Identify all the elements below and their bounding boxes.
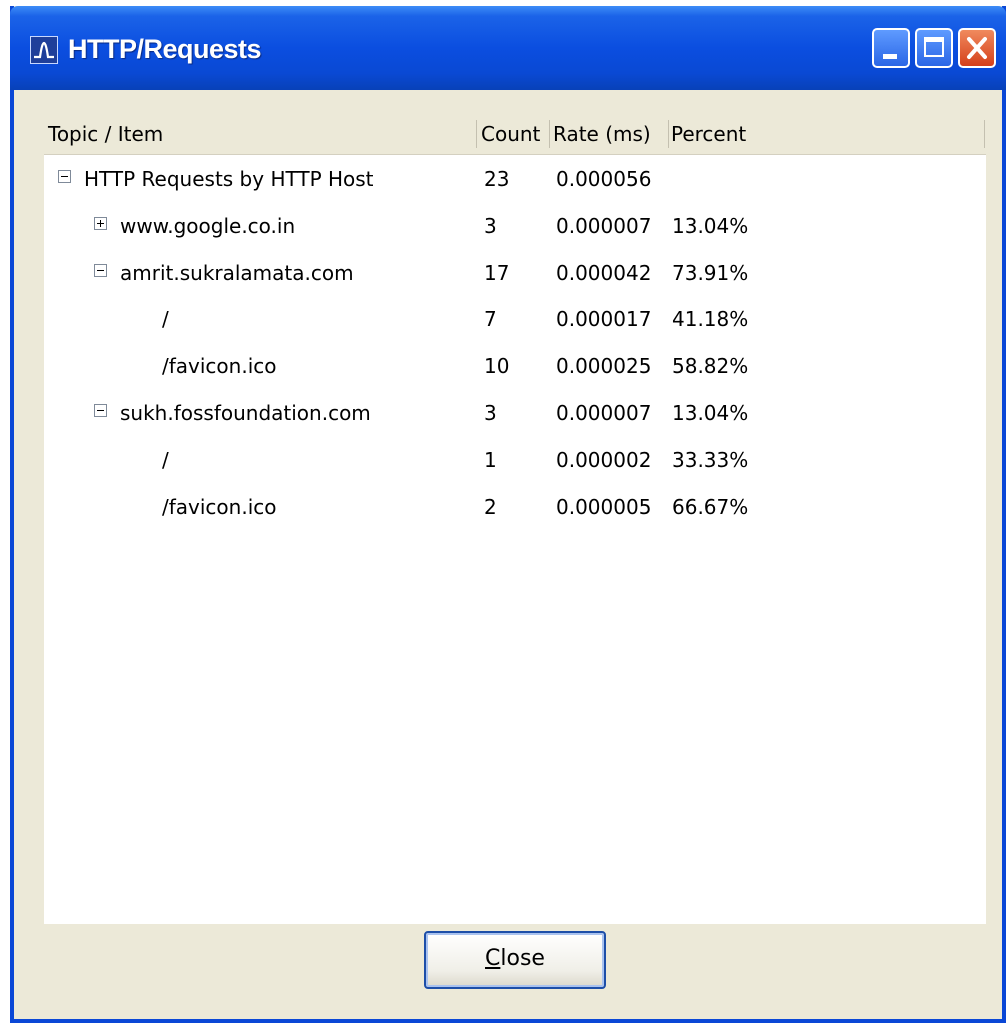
- tree-row[interactable]: sukh.fossfoundation.com 3 0.000007 13.04%: [44, 391, 986, 435]
- tree-row[interactable]: amrit.sukralamata.com 17 0.000042 73.91%: [44, 251, 986, 295]
- cell-topic: amrit.sukralamata.com: [120, 260, 354, 285]
- column-divider[interactable]: [476, 120, 477, 148]
- cell-topic: /: [162, 447, 169, 472]
- close-icon: [967, 37, 987, 59]
- column-header-topic[interactable]: Topic / Item: [48, 122, 163, 146]
- column-header-percent[interactable]: Percent: [671, 122, 746, 146]
- cell-count: 3: [484, 213, 497, 238]
- window-title: HTTP/Requests: [68, 34, 262, 64]
- cell-rate: 0.000042: [556, 260, 652, 285]
- cell-rate: 0.000007: [556, 213, 652, 238]
- column-header-rate[interactable]: Rate (ms): [553, 122, 651, 146]
- tree-row[interactable]: / 1 0.000002 33.33%: [44, 438, 986, 482]
- cell-percent: 73.91%: [672, 260, 749, 285]
- collapse-icon[interactable]: [94, 404, 107, 417]
- cell-count: 3: [484, 401, 497, 425]
- cell-count: 10: [484, 354, 510, 379]
- column-divider[interactable]: [984, 120, 985, 148]
- tree-row[interactable]: HTTP Requests by HTTP Host 23 0.000056: [44, 157, 986, 201]
- cell-percent: 41.18%: [672, 307, 749, 332]
- cell-percent: 58.82%: [672, 354, 749, 379]
- http-requests-window: HTTP/Requests Topic / Item Count Rate (m…: [10, 6, 1006, 1023]
- cell-rate: 0.000007: [556, 401, 652, 425]
- column-header-count[interactable]: Count: [481, 122, 540, 146]
- close-button[interactable]: Close: [424, 931, 606, 989]
- cell-topic: www.google.co.in: [120, 213, 296, 238]
- cell-percent: 13.04%: [672, 213, 749, 238]
- close-window-button[interactable]: [958, 28, 996, 68]
- tree-row[interactable]: /favicon.ico 10 0.000025 58.82%: [44, 344, 986, 388]
- cell-topic: /favicon.ico: [162, 494, 277, 519]
- collapse-icon[interactable]: [94, 263, 107, 277]
- tree-row[interactable]: www.google.co.in 3 0.000007 13.04%: [44, 204, 986, 248]
- tree-row[interactable]: /favicon.ico 2 0.000005 66.67%: [44, 485, 986, 529]
- close-button-mnemonic: C: [485, 946, 501, 971]
- cell-rate: 0.000005: [556, 494, 652, 519]
- close-button-label: lose: [500, 946, 545, 971]
- maximize-button[interactable]: [915, 28, 953, 68]
- cell-count: 7: [484, 307, 497, 332]
- cell-count: 23: [484, 167, 510, 191]
- tree-row[interactable]: / 7 0.000017 41.18%: [44, 297, 986, 341]
- cell-percent: 13.04%: [672, 401, 749, 425]
- cell-topic: /: [162, 307, 169, 332]
- cell-percent: 66.67%: [672, 494, 749, 519]
- cell-rate: 0.000002: [556, 447, 652, 472]
- cell-topic: sukh.fossfoundation.com: [120, 401, 371, 425]
- minimize-button[interactable]: [872, 28, 910, 68]
- column-divider[interactable]: [549, 120, 550, 148]
- cell-percent: 33.33%: [672, 447, 749, 472]
- column-divider[interactable]: [668, 120, 669, 148]
- cell-rate: 0.000025: [556, 354, 652, 379]
- cell-count: 2: [484, 494, 497, 519]
- expand-icon[interactable]: [94, 216, 107, 230]
- waveform-icon: [30, 36, 58, 64]
- stats-tree-table[interactable]: Topic / Item Count Rate (ms) Percent HTT…: [44, 114, 986, 924]
- column-header-row: Topic / Item Count Rate (ms) Percent: [44, 114, 986, 155]
- cell-count: 17: [484, 260, 510, 285]
- cell-topic: /favicon.ico: [162, 354, 277, 379]
- title-bar[interactable]: HTTP/Requests: [10, 6, 1006, 90]
- cell-rate: 0.000056: [556, 167, 652, 191]
- cell-topic: HTTP Requests by HTTP Host: [84, 167, 374, 191]
- collapse-icon[interactable]: [58, 170, 71, 183]
- maximize-icon: [924, 37, 944, 57]
- cell-count: 1: [484, 447, 497, 472]
- cell-rate: 0.000017: [556, 307, 652, 332]
- minimize-icon: [883, 54, 897, 59]
